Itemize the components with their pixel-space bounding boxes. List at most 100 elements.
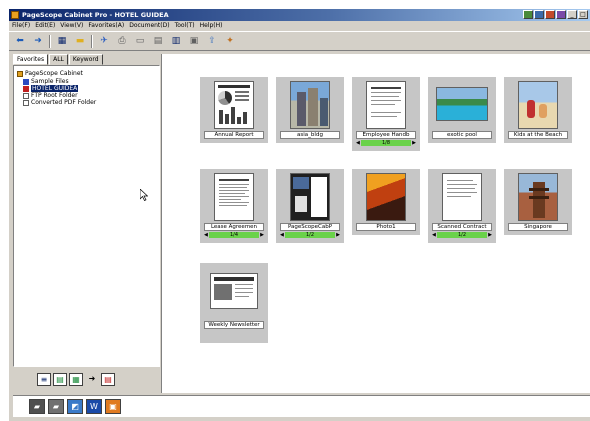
thumbnail-brochure bbox=[290, 173, 330, 221]
tab-keyword[interactable]: Keyword bbox=[68, 54, 103, 65]
settings-icon[interactable]: ✦ bbox=[223, 35, 237, 48]
previous-page-icon[interactable]: ◀ bbox=[432, 232, 436, 238]
thumbnail-text bbox=[442, 173, 482, 221]
document-card[interactable]: Kids at the Beach bbox=[504, 67, 572, 143]
card-header bbox=[200, 159, 268, 169]
send-icon[interactable]: ✈ bbox=[97, 35, 111, 48]
title-bar[interactable]: PageScope Cabinet Pro - HOTEL GUIDEA _ □ bbox=[9, 9, 590, 21]
menu-tool[interactable]: Tool(T) bbox=[175, 21, 195, 31]
page-icon[interactable]: ▭ bbox=[133, 35, 147, 48]
copier-app-icon[interactable]: ▰ bbox=[48, 399, 64, 414]
word-app-icon[interactable]: W bbox=[86, 399, 102, 414]
folder-icon[interactable]: ▬ bbox=[73, 35, 87, 48]
cabinet-icon bbox=[17, 70, 23, 77]
document-name: Employee Handb bbox=[356, 131, 416, 139]
document-name: Photo1 bbox=[356, 223, 416, 231]
document-card[interactable]: Lease Agreemen ◀ 1/4 ▶ bbox=[200, 159, 268, 243]
next-page-icon[interactable]: ▶ bbox=[412, 140, 416, 146]
document-card[interactable]: asia_bldg bbox=[276, 67, 344, 143]
previous-page-icon[interactable]: ◀ bbox=[204, 232, 208, 238]
tab-favorites[interactable]: Favorites bbox=[13, 54, 49, 65]
tab-all[interactable]: ALL bbox=[49, 54, 68, 65]
document-name: Lease Agreemen bbox=[204, 223, 264, 231]
next-page-icon[interactable]: ▶ bbox=[336, 232, 340, 238]
tree-node-sample-files[interactable]: Sample Files bbox=[23, 78, 69, 85]
menu-file[interactable]: File(F) bbox=[12, 21, 30, 31]
menu-view[interactable]: View(V) bbox=[60, 21, 83, 31]
folder-tree[interactable]: PageScope Cabinet Sample Files HOTEL GUI… bbox=[13, 65, 160, 367]
tree-node-label: FTP Root Folder bbox=[31, 92, 78, 99]
menu-bar: File(F) Edit(E) View(V) Favorites(A) Doc… bbox=[9, 21, 590, 31]
document-card[interactable]: Scanned Contract ◀ 1/2 ▶ bbox=[428, 159, 496, 243]
page-margin bbox=[0, 9, 9, 421]
document-card[interactable]: PageScopeCabP ◀ 1/2 ▶ bbox=[276, 159, 344, 243]
page-counter: 1/8 bbox=[360, 140, 412, 146]
card-header bbox=[200, 67, 268, 77]
previous-page-icon[interactable]: ◀ bbox=[280, 232, 284, 238]
thumbnail-photo-building bbox=[290, 81, 330, 129]
title-bar-buttons: _ □ bbox=[523, 10, 588, 19]
application-tray: ▰ ▰ ◩ W ▣ bbox=[13, 395, 590, 417]
menu-favorites[interactable]: Favorites(A) bbox=[88, 21, 124, 31]
thumbnail-view-icon[interactable]: ▦ bbox=[69, 373, 83, 386]
layout-icon[interactable]: ▣ bbox=[187, 35, 201, 48]
document-pane: Annual Report asia_bldg Employee Handb ◀… bbox=[161, 54, 590, 393]
next-page-icon[interactable]: ▶ bbox=[488, 232, 492, 238]
scanner-app-icon[interactable]: ▰ bbox=[29, 399, 45, 414]
previous-page-icon[interactable]: ◀ bbox=[356, 140, 360, 146]
view-menu-icon[interactable]: ▥ bbox=[169, 35, 183, 48]
scan-icon[interactable]: ▤ bbox=[151, 35, 165, 48]
pdf-folder-icon bbox=[23, 99, 29, 106]
mail-shortcut-icon[interactable] bbox=[534, 10, 544, 19]
thumbnail-text bbox=[214, 173, 254, 221]
tree-node-cabinet[interactable]: PageScope Cabinet bbox=[17, 70, 83, 77]
document-name: Scanned Contract bbox=[432, 223, 492, 231]
mouse-cursor-icon bbox=[140, 189, 148, 201]
thumbnail-report bbox=[214, 81, 254, 129]
tree-node-converted-pdf[interactable]: Converted PDF Folder bbox=[23, 99, 96, 106]
document-card[interactable]: Weekly Newsletter bbox=[200, 253, 268, 343]
document-name: Annual Report bbox=[204, 131, 264, 139]
ftp-folder-icon bbox=[23, 92, 29, 99]
detail-view-icon[interactable]: ▤ bbox=[53, 373, 67, 386]
card-header bbox=[276, 159, 344, 169]
tree-node-label: Sample Files bbox=[31, 78, 69, 85]
card-header bbox=[200, 253, 268, 263]
card-header bbox=[352, 67, 420, 77]
image-app-icon[interactable]: ◩ bbox=[67, 399, 83, 414]
menu-help[interactable]: Help(H) bbox=[200, 21, 223, 31]
fax-shortcut-icon[interactable] bbox=[556, 10, 566, 19]
page-navigator: ◀ 1/2 ▶ bbox=[432, 232, 492, 238]
document-card[interactable]: exotic pool bbox=[428, 67, 496, 143]
print-shortcut-icon[interactable] bbox=[545, 10, 555, 19]
back-icon[interactable]: ⬅ bbox=[13, 35, 27, 48]
list-view-icon[interactable]: ≡ bbox=[37, 373, 51, 386]
maximize-button[interactable]: □ bbox=[578, 10, 588, 19]
page-counter: 1/4 bbox=[208, 232, 260, 238]
page-view-icon[interactable]: ▤ bbox=[101, 373, 115, 386]
properties-icon[interactable]: ▦ bbox=[55, 35, 69, 48]
tree-node-hotel-guidea[interactable]: HOTEL GUIDEA bbox=[23, 85, 79, 92]
thumbnail-photo-beach bbox=[518, 81, 558, 129]
print-icon[interactable]: ⎙ bbox=[115, 35, 129, 48]
thumbnail-newsletter bbox=[210, 273, 258, 309]
document-card[interactable]: Employee Handb ◀ 1/8 ▶ bbox=[352, 67, 420, 151]
menu-edit[interactable]: Edit(E) bbox=[35, 21, 55, 31]
app-icon bbox=[11, 11, 19, 19]
next-page-icon[interactable]: ▶ bbox=[260, 232, 264, 238]
card-header bbox=[428, 159, 496, 169]
minimize-button[interactable]: _ bbox=[567, 10, 577, 19]
document-card[interactable]: Photo1 bbox=[352, 159, 420, 235]
document-card[interactable]: Singapore bbox=[504, 159, 572, 235]
forward-icon[interactable]: ➜ bbox=[31, 35, 45, 48]
export-icon[interactable]: ⇪ bbox=[205, 35, 219, 48]
document-card[interactable]: Annual Report bbox=[200, 67, 268, 143]
menu-document[interactable]: Document(D) bbox=[129, 21, 169, 31]
presentation-app-icon[interactable]: ▣ bbox=[105, 399, 121, 414]
scan-shortcut-icon[interactable] bbox=[523, 10, 533, 19]
window-title: PageScope Cabinet Pro - HOTEL GUIDEA bbox=[22, 11, 169, 19]
page-navigator: ◀ 1/4 ▶ bbox=[204, 232, 264, 238]
tree-node-ftp-root[interactable]: FTP Root Folder bbox=[23, 92, 78, 99]
tree-node-label: Converted PDF Folder bbox=[31, 99, 97, 106]
toolbar-separator bbox=[49, 34, 51, 48]
